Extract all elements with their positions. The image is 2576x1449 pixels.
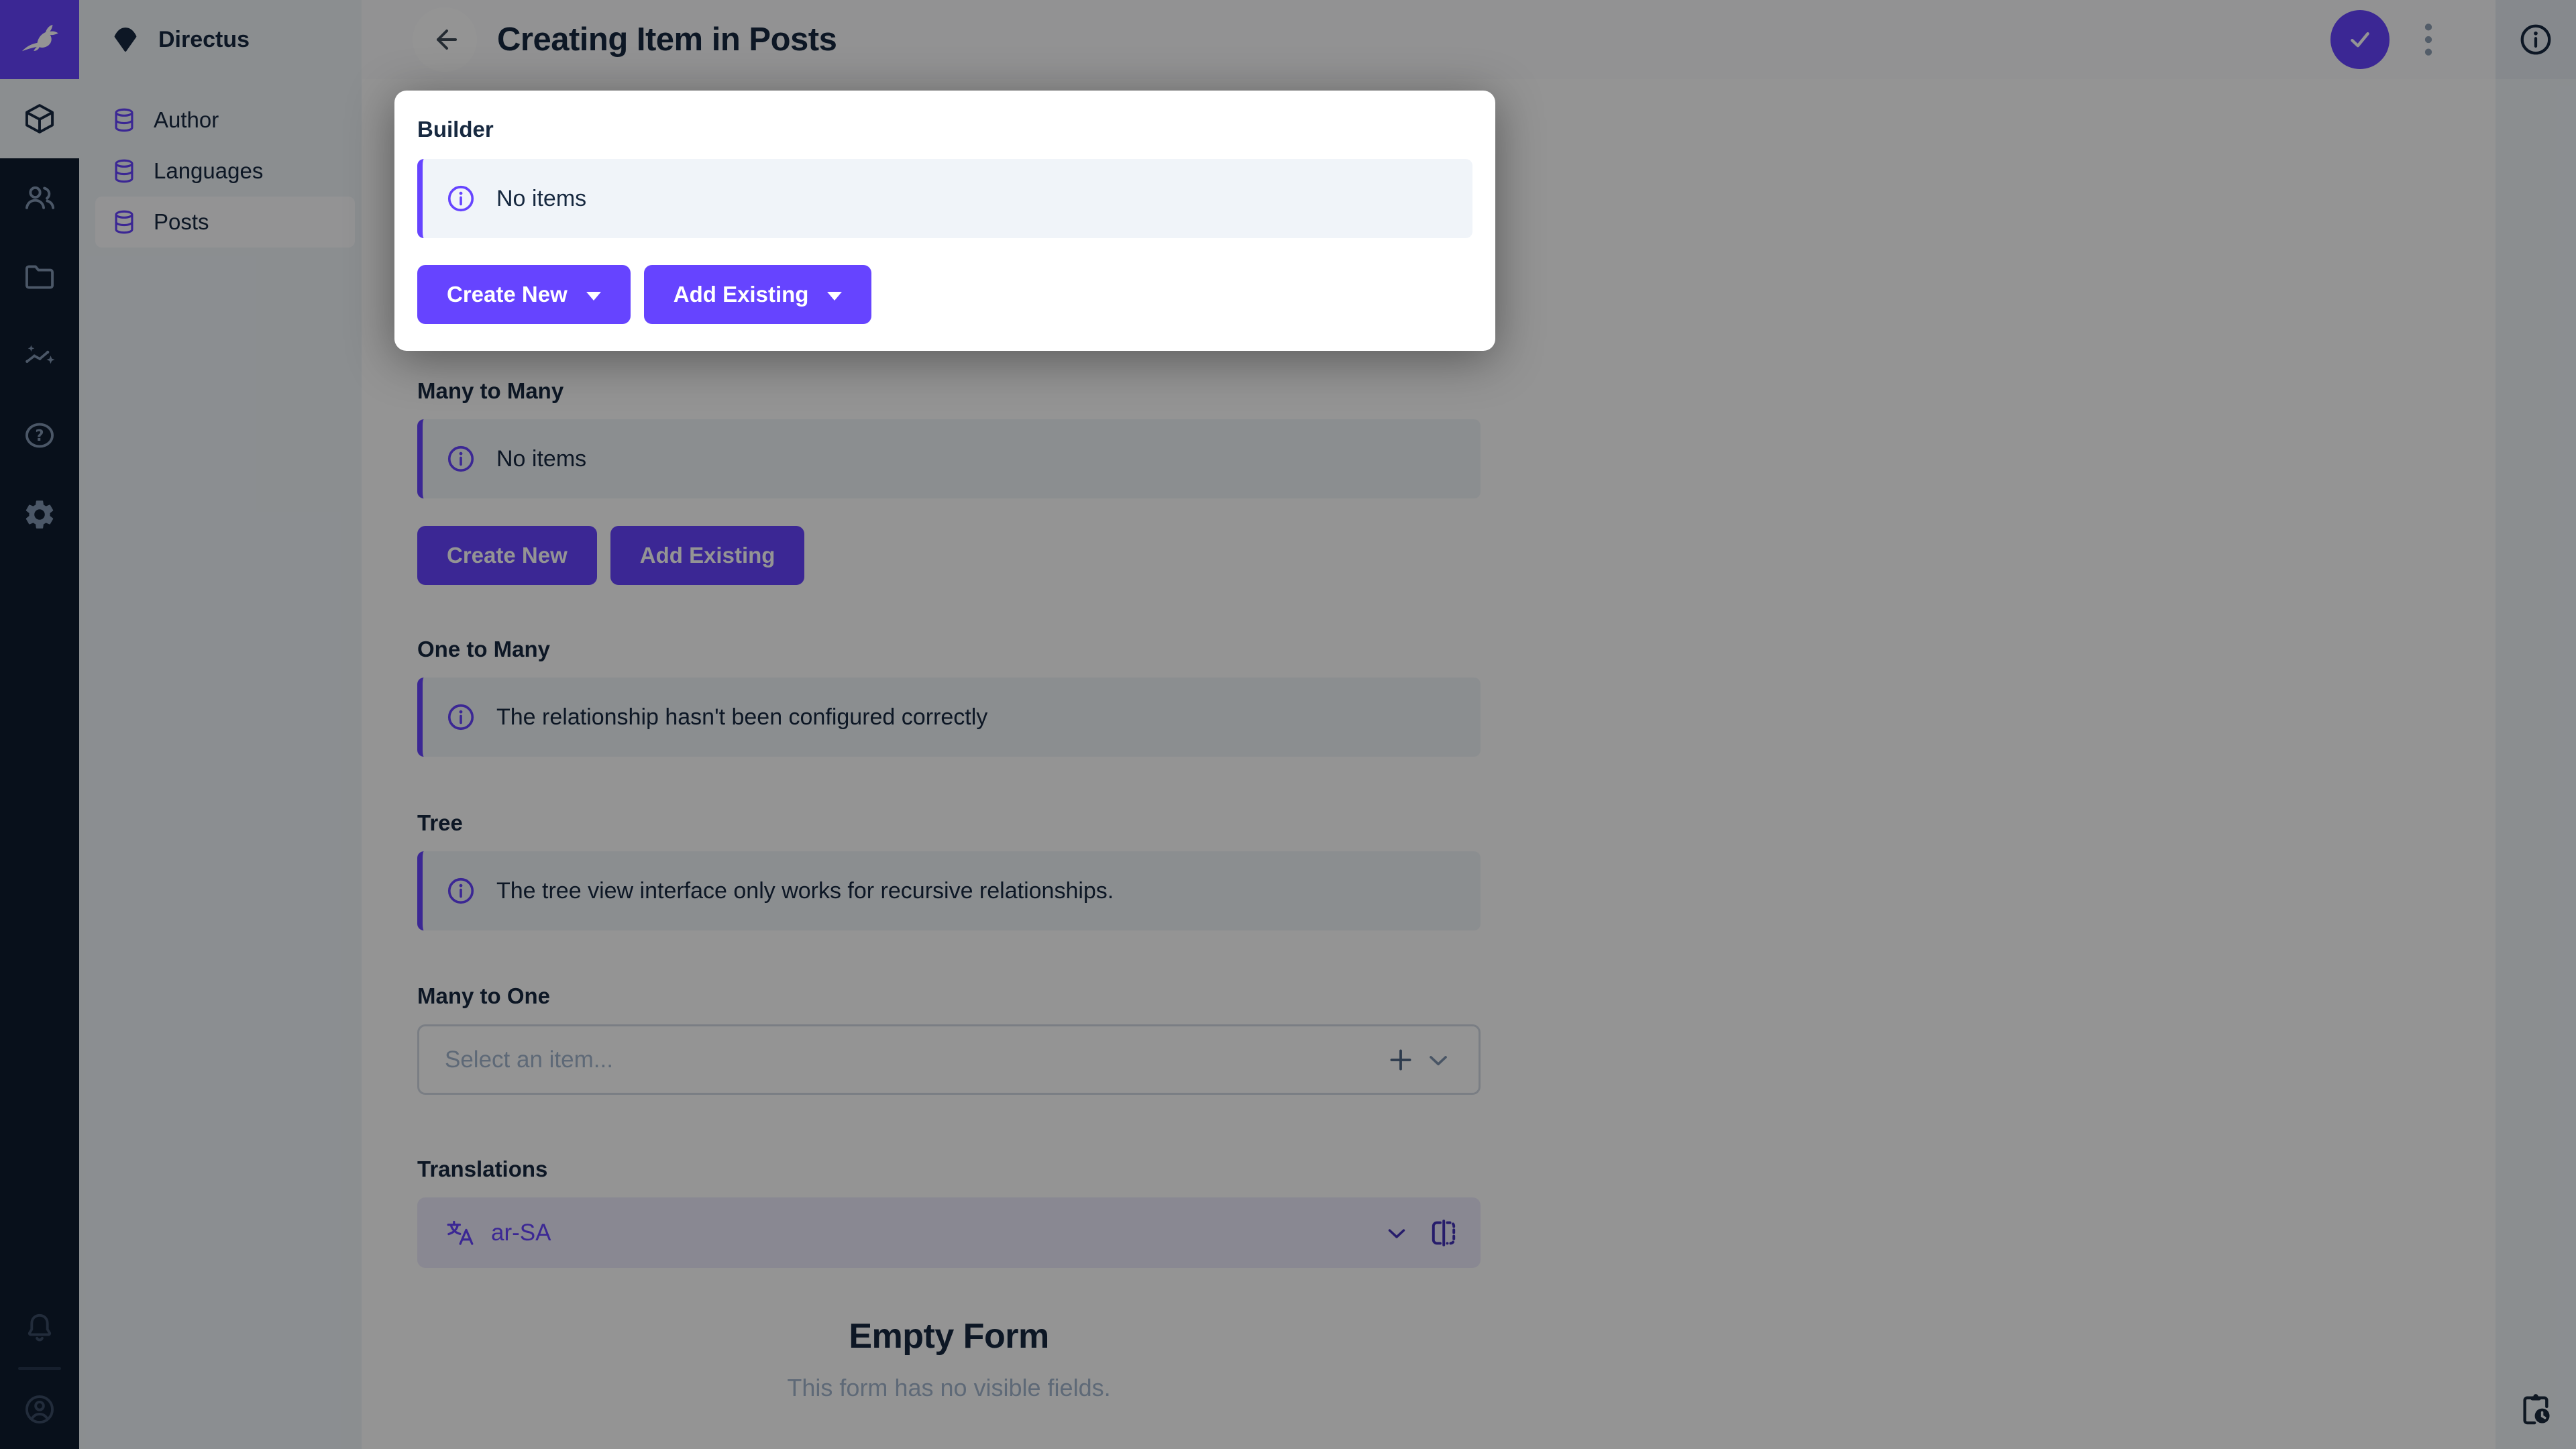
field-builder-raised-card: Builder No items Create New Add Existing: [394, 91, 1495, 351]
add-existing-dropdown-button[interactable]: Add Existing: [644, 265, 872, 324]
field-label: Builder: [417, 116, 1472, 143]
dropdown-caret-icon: [586, 292, 601, 301]
dropdown-caret-icon: [827, 292, 842, 301]
button-label: Add Existing: [674, 282, 809, 307]
notice-text: No items: [496, 186, 586, 212]
no-items-notice: No items: [417, 159, 1472, 238]
create-new-dropdown-button[interactable]: Create New: [417, 265, 631, 324]
info-icon: [445, 183, 476, 214]
button-label: Create New: [447, 282, 568, 307]
directus-app: ? Dire: [0, 0, 2576, 1449]
button-row: Create New Add Existing: [417, 265, 1472, 324]
